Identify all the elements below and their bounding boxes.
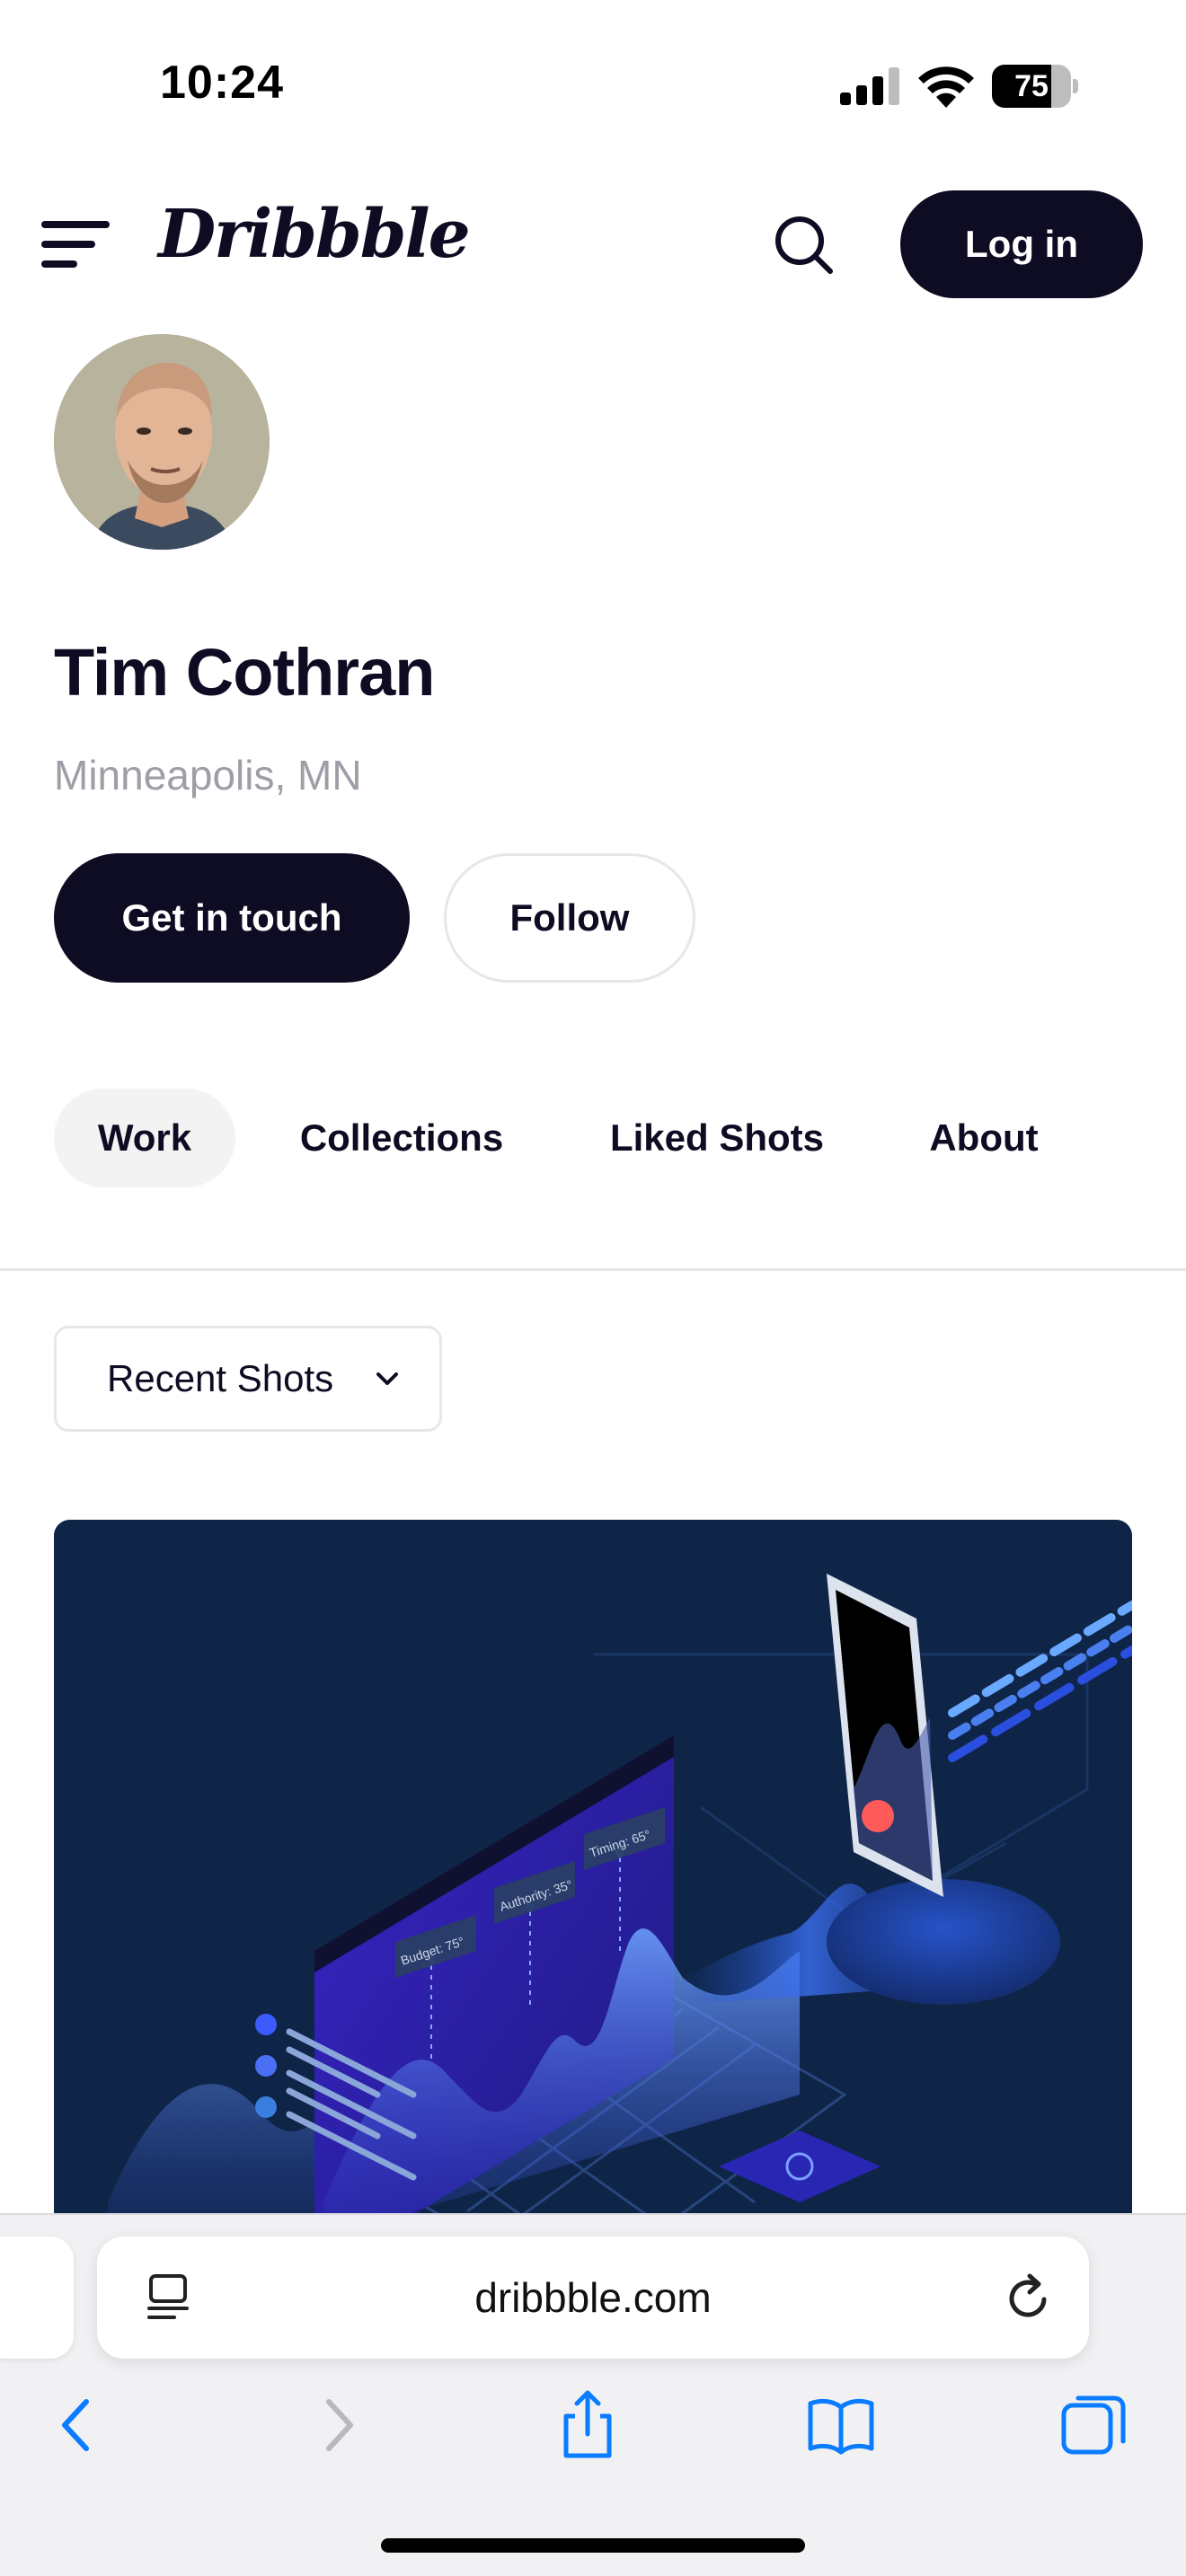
avatar — [54, 334, 270, 550]
dribbble-logo[interactable]: Dribbble — [158, 196, 471, 273]
recent-shots-dropdown[interactable]: Recent Shots — [54, 1326, 442, 1432]
search-icon[interactable] — [773, 214, 834, 275]
tabs-icon[interactable] — [1058, 2389, 1130, 2461]
dropdown-label: Recent Shots — [107, 1357, 334, 1399]
home-indicator — [381, 2538, 805, 2553]
profile-location: Minneapolis, MN — [54, 752, 362, 798]
wifi-icon — [918, 66, 974, 108]
follow-button[interactable]: Follow — [444, 853, 695, 983]
get-in-touch-button[interactable]: Get in touch — [54, 853, 410, 983]
share-icon[interactable] — [552, 2389, 624, 2461]
tab-collections[interactable]: Collections — [280, 1089, 523, 1187]
profile-name: Tim Cothran — [54, 635, 435, 710]
hamburger-menu-icon[interactable] — [41, 221, 110, 271]
tab-work[interactable]: Work — [54, 1089, 235, 1187]
cellular-signal-icon — [840, 67, 899, 105]
url-text: dribbble.com — [474, 2274, 712, 2321]
tab-about[interactable]: About — [907, 1089, 1060, 1187]
battery-level: 75 — [1014, 69, 1049, 103]
status-time: 10:24 — [160, 57, 284, 109]
shot-thumbnail[interactable]: Budget: 75° Authority: 35° Timing: 65° — [54, 1520, 1132, 2238]
forward-icon[interactable] — [302, 2389, 374, 2461]
status-bar: 10:24 75 — [0, 0, 1186, 171]
reload-icon[interactable] — [1005, 2272, 1053, 2323]
address-bar[interactable]: dribbble.com — [97, 2236, 1089, 2359]
login-button[interactable]: Log in — [900, 190, 1143, 298]
chevron-down-icon — [376, 1372, 398, 1385]
bookmarks-icon[interactable] — [805, 2389, 877, 2461]
back-icon[interactable] — [41, 2389, 113, 2461]
tab-liked-shots[interactable]: Liked Shots — [593, 1089, 841, 1187]
previous-tab-preview[interactable] — [0, 2236, 74, 2359]
divider — [0, 1268, 1186, 1271]
battery-icon: 75 — [992, 65, 1078, 108]
